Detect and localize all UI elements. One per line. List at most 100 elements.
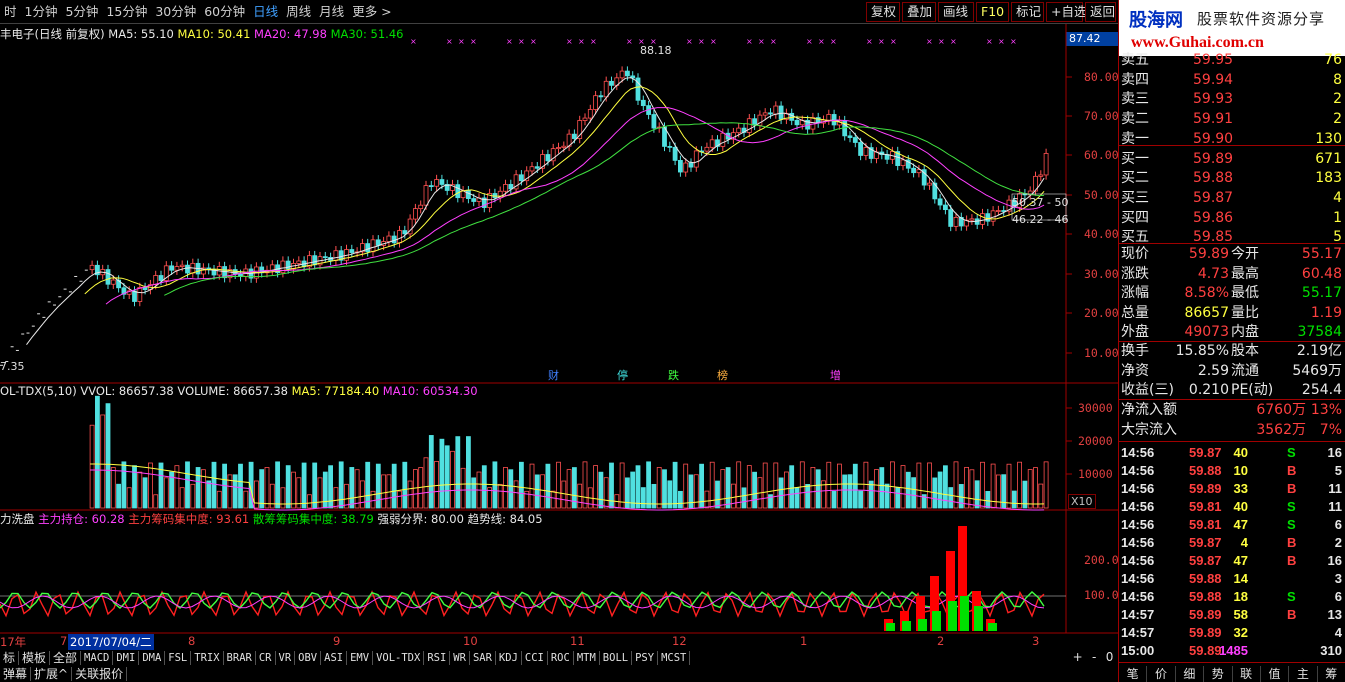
indicator-tab-14[interactable]: VOL-TDX <box>373 651 425 665</box>
candle-body <box>773 105 779 115</box>
period-tab-1[interactable]: 1分钟 <box>21 0 62 24</box>
candle-body <box>174 266 180 271</box>
panel-tab-5[interactable]: 值 <box>1261 666 1290 682</box>
panel-tab-0[interactable]: 笔 <box>1119 666 1148 682</box>
indicator-tab-19[interactable]: CCI <box>522 651 548 665</box>
volume-bar <box>704 490 710 509</box>
tick-price: 59.89 <box>1189 481 1222 496</box>
order-price: 59.93 <box>1193 91 1234 108</box>
indicator-tab-16[interactable]: WR <box>450 651 470 665</box>
status-tab-0[interactable]: 弹幕 <box>0 667 32 681</box>
toolbar-button-4[interactable]: 标记 <box>1011 2 1044 22</box>
period-tab-3[interactable]: 15分钟 <box>102 0 151 24</box>
quote-value: 55.17 <box>1301 246 1342 262</box>
indicator-tab-6[interactable]: FSL <box>165 651 192 665</box>
tick-count: 3 <box>1334 571 1342 586</box>
indicator-tab-8[interactable]: BRAR <box>224 651 256 665</box>
indicator-tab-18[interactable]: KDJ <box>496 651 522 665</box>
event-flag: 增 <box>830 368 841 382</box>
stock-terminal: 时 1分钟 5分钟 15分钟 30分钟 60分钟 日线 周线 月线 更多 > 复权 叠加 画线 F10 标记… <box>0 0 1345 682</box>
tick-count: 2 <box>1334 535 1342 550</box>
panel-tab-7[interactable]: 筹 <box>1318 666 1345 682</box>
event-flag: 财 <box>548 368 559 382</box>
indicator-tab-2[interactable]: 全部 <box>50 651 82 665</box>
zoom-button-1[interactable]: - <box>1092 650 1096 666</box>
candle-body <box>471 198 477 202</box>
indicator-tab-5[interactable]: DMA <box>139 651 166 665</box>
tick-row-1: 14:56 59.88 10 B 5 <box>1119 462 1345 480</box>
panel-tab-2[interactable]: 细 <box>1176 666 1205 682</box>
period-tab-4[interactable]: 30分钟 <box>151 0 200 24</box>
candle-body <box>529 166 535 172</box>
volume-bar <box>916 462 922 509</box>
zoom-button-2[interactable]: 0 <box>1106 650 1114 666</box>
indicator-tab-17[interactable]: SAR <box>470 651 496 665</box>
indicator-tab-4[interactable]: DMI <box>113 651 140 665</box>
volume-bar <box>662 469 667 509</box>
period-tab-9[interactable]: 更多 > <box>348 0 395 24</box>
zoom-button-0[interactable]: + <box>1073 650 1083 666</box>
order-label: 卖三 <box>1121 91 1149 108</box>
indicator-tab-9[interactable]: CR <box>256 651 276 665</box>
candle-body <box>365 243 371 253</box>
indicator-tab-20[interactable]: ROC <box>548 651 574 665</box>
indicator-tab-13[interactable]: EMV <box>347 651 374 665</box>
vol-ma5-label: MA5: 77184.40 <box>291 384 380 398</box>
period-tab-7[interactable]: 周线 <box>282 0 315 24</box>
panel-tab-3[interactable]: 势 <box>1204 666 1233 682</box>
period-tab-6[interactable]: 日线 <box>249 0 282 24</box>
indicator-tab-10[interactable]: VR <box>276 651 296 665</box>
indicator-tab-7[interactable]: TRIX <box>191 651 224 665</box>
tick-row-0: 14:56 59.87 40 S 16 <box>1119 444 1345 462</box>
status-tab-1[interactable]: 扩展^ <box>31 667 73 681</box>
order-level-2: 卖三 59.93 2 <box>1119 90 1345 109</box>
panel-tab-1[interactable]: 价 <box>1147 666 1176 682</box>
indicator-tab-1[interactable]: 模板 <box>19 651 51 665</box>
indicator-tab-11[interactable]: OBV <box>295 651 322 665</box>
volume-bar <box>370 490 376 509</box>
toolbar-button-1[interactable]: 叠加 <box>902 2 936 22</box>
toolbar-button-2[interactable]: 画线 <box>938 2 974 22</box>
indicator-tab-21[interactable]: MTM <box>574 651 600 665</box>
period-tab-8[interactable]: 月线 <box>315 0 348 24</box>
volume-bar <box>879 467 885 509</box>
tick-time: 14:56 <box>1121 535 1155 550</box>
moving-average-line <box>84 86 1045 295</box>
toolbar-button-5[interactable]: +自选 <box>1046 2 1086 22</box>
period-tab-2[interactable]: 5分钟 <box>61 0 102 24</box>
period-tab-0[interactable]: 时 <box>0 0 21 24</box>
price-tick: 50.00 <box>1084 188 1119 202</box>
volume-bar <box>1033 467 1038 509</box>
candle-body <box>465 190 471 199</box>
candle-body <box>953 217 959 227</box>
volume-bar <box>349 467 355 509</box>
indicator-tab-0[interactable]: 标 <box>0 651 20 665</box>
indicator-tab-22[interactable]: BOLL <box>600 651 633 665</box>
period-tab-5[interactable]: 60分钟 <box>200 0 249 24</box>
panel-tab-4[interactable]: 联 <box>1233 666 1261 682</box>
tick-row-3: 14:56 59.81 40 S 11 <box>1119 498 1345 516</box>
panel-tab-6[interactable]: 主 <box>1289 666 1318 682</box>
indicator-tab-15[interactable]: RSI <box>424 651 451 665</box>
volume-bar <box>195 467 201 509</box>
toolbar-button-0[interactable]: 复权 <box>866 2 900 22</box>
indicator-bar-green <box>902 621 911 631</box>
volume-bar <box>232 474 238 509</box>
chart-canvas[interactable]: × × × × × × × × × × × × × × × × × × × × × × × × × × × × × × ×88.187.35… <box>0 24 1118 658</box>
price-tick: 30.00 <box>1084 267 1119 281</box>
indicator-tab-24[interactable]: MCST <box>658 651 691 665</box>
tick-time: 14:56 <box>1121 445 1155 460</box>
candle-body <box>561 145 567 148</box>
toolbar-button-6[interactable]: 返回 <box>1085 2 1116 22</box>
volume-bar <box>996 474 1001 509</box>
indicator-tab-3[interactable]: MACD <box>81 651 114 665</box>
candle-body <box>619 70 625 79</box>
stat-value: 2.19亿 <box>1296 343 1342 359</box>
toolbar-button-3[interactable]: F10 <box>976 2 1009 22</box>
tick-row-8: 14:56 59.88 18 S 6 <box>1119 588 1345 606</box>
indicator-tab-23[interactable]: PSY <box>632 651 659 665</box>
status-tab-2[interactable]: 关联报价 <box>72 667 128 681</box>
tick-count: 6 <box>1334 517 1342 532</box>
indicator-tab-12[interactable]: ASI <box>321 651 348 665</box>
quote-value: 86657 <box>1184 304 1229 321</box>
